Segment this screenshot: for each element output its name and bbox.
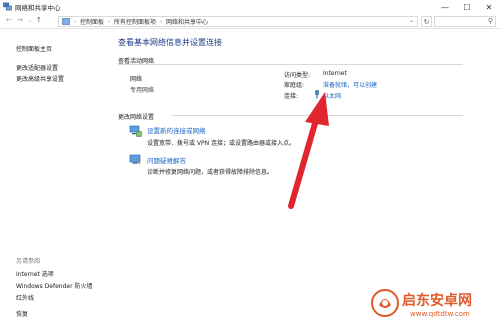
new-connection-icon bbox=[129, 125, 142, 137]
control-panel-icon bbox=[62, 18, 70, 25]
maximize-button[interactable]: ☐ bbox=[456, 0, 478, 14]
breadcrumb-separator-icon: › bbox=[108, 18, 111, 25]
address-dropdown-icon[interactable]: ⌄ bbox=[409, 17, 414, 24]
watermark: 启东安卓网 www.qdtdtw.com bbox=[370, 286, 496, 324]
breadcrumb-network-center[interactable]: 网络和共享中心 bbox=[166, 17, 208, 26]
forward-button[interactable]: → bbox=[17, 16, 23, 24]
network-name: 网络 bbox=[130, 76, 143, 83]
breadcrumb-separator-icon: › bbox=[160, 18, 163, 25]
see-also-heading: 另请参阅 bbox=[16, 258, 41, 265]
main-title: 查看基本网络信息并设置连接 bbox=[118, 38, 222, 47]
recent-locations-button[interactable]: ⌄ bbox=[28, 18, 32, 24]
troubleshoot-description: 诊断并修复网络问题，或者获得故障排除信息。 bbox=[147, 169, 274, 176]
troubleshoot-icon bbox=[129, 154, 141, 165]
up-button[interactable]: ↑ bbox=[36, 16, 42, 24]
breadcrumb-all-items[interactable]: 所有控制面板项 bbox=[114, 17, 156, 26]
section-divider bbox=[172, 115, 463, 116]
breadcrumb-separator-icon: › bbox=[74, 18, 76, 25]
search-icon: ⚲ bbox=[487, 17, 493, 25]
see-also-recovery[interactable]: 恢复 bbox=[16, 309, 28, 318]
back-button[interactable]: ← bbox=[6, 16, 12, 24]
minimize-button[interactable]: — bbox=[434, 0, 456, 14]
network-type: 专用网络 bbox=[130, 87, 155, 94]
refresh-button[interactable]: ↻ bbox=[421, 16, 432, 27]
homegroup-label: 家庭组: bbox=[284, 82, 305, 89]
see-also-infrared[interactable]: 红外线 bbox=[16, 293, 34, 302]
sidebar-item-change-adapter[interactable]: 更改适配器设置 bbox=[16, 63, 58, 72]
access-type-value: Internet bbox=[323, 70, 347, 77]
homegroup-link[interactable]: 准备就绪，可以创建 bbox=[323, 80, 377, 89]
search-input[interactable]: ⚲ bbox=[434, 16, 496, 27]
left-pane: 控制面板主页 更改适配器设置 更改高级共享设置 另请参阅 Internet 选项… bbox=[0, 30, 108, 327]
address-bar[interactable]: › 控制面板 › 所有控制面板项 › 网络和共享中心 ⌄ bbox=[58, 16, 418, 27]
network-center-app-icon bbox=[3, 2, 12, 11]
ethernet-icon bbox=[315, 90, 319, 99]
section-divider bbox=[118, 64, 463, 65]
address-row: ← → ⌄ ↑ › 控制面板 › 所有控制面板项 › 网络和共享中心 ⌄ ↻ ⚲ bbox=[0, 14, 500, 29]
window-title: 网络和共享中心 bbox=[15, 4, 61, 12]
see-also-firewall[interactable]: Windows Defender 防火墙 bbox=[16, 281, 92, 290]
setup-connection-description: 设置宽带、拨号或 VPN 连接；或设置路由器或接入点。 bbox=[147, 140, 296, 147]
sidebar-item-control-panel-home[interactable]: 控制面板主页 bbox=[16, 44, 52, 53]
ethernet-link[interactable]: 以太网 bbox=[323, 91, 341, 100]
troubleshoot-link[interactable]: 问题疑难解答 bbox=[147, 155, 186, 165]
watermark-name: 启东安卓网 bbox=[402, 293, 472, 309]
breadcrumb-control-panel[interactable]: 控制面板 bbox=[80, 17, 104, 26]
connections-label: 连接: bbox=[284, 93, 299, 100]
setup-connection-link[interactable]: 设置新的连接或网络 bbox=[147, 125, 206, 135]
watermark-url: www.qdtdtw.com bbox=[410, 310, 470, 318]
close-button[interactable]: ✕ bbox=[478, 0, 500, 14]
watermark-logo-icon bbox=[371, 289, 399, 317]
see-also-internet-options[interactable]: Internet 选项 bbox=[16, 269, 54, 278]
access-type-label: 访问类型: bbox=[284, 72, 311, 79]
change-network-heading: 更改网络设置 bbox=[118, 114, 155, 121]
sidebar-item-advanced-sharing[interactable]: 更改高级共享设置 bbox=[16, 74, 64, 83]
title-bar: 网络和共享中心 — ☐ ✕ bbox=[0, 0, 500, 14]
